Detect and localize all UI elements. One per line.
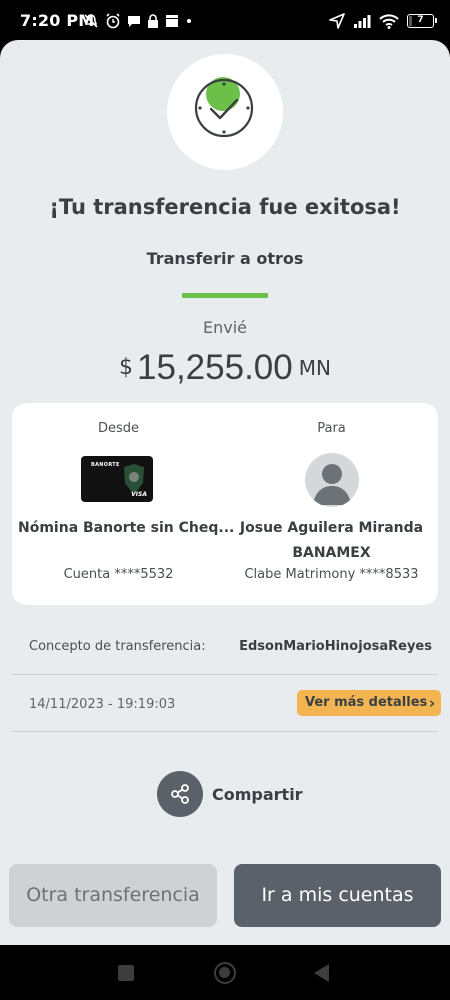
share-icon (157, 771, 203, 817)
status-system-icons: 7 (329, 12, 437, 30)
navigation-bar (0, 945, 450, 1000)
recipient-name: Josue Aguilera Miranda (239, 520, 424, 536)
location-icon (329, 13, 345, 29)
signal-icon (354, 15, 371, 28)
amount-label: Envié (202, 318, 247, 337)
card-brand: BANORTE (91, 462, 120, 468)
card-network: VISA (131, 491, 147, 498)
battery-level: 7 (417, 15, 424, 25)
chat-icon (128, 16, 140, 27)
user-avatar-icon (305, 453, 359, 507)
success-title: ¡Tu transferencia fue exitosa! (49, 195, 401, 219)
home-icon[interactable] (214, 962, 236, 984)
transfer-type-tab: Transferir a otros (146, 249, 304, 268)
amount-currency-symbol: $ (119, 355, 134, 380)
concept-label: Concepto de transferencia: (29, 639, 206, 654)
status-bar: 7:20 PM 7 (0, 0, 450, 40)
share-button[interactable]: Compartir (157, 771, 303, 817)
mute-icon (84, 14, 98, 28)
recipient-bank: BANAMEX (292, 545, 371, 561)
clock-check-icon (194, 77, 254, 138)
store-icon (166, 15, 178, 27)
chevron-right-icon: › (428, 694, 435, 712)
recents-icon[interactable] (118, 965, 134, 981)
to-heading: Para (317, 421, 346, 436)
concept-row: Concepto de transferencia: EdsonMarioHin… (12, 629, 438, 675)
other-transfer-button[interactable]: Otra transferencia (9, 864, 217, 927)
more-details-button[interactable]: Ver más detalles › (297, 690, 441, 716)
tab-underline (182, 293, 268, 298)
date-row: 14/11/2023 - 19:19:03 Ver más detalles › (12, 676, 441, 732)
from-account-number: Cuenta ****5532 (63, 567, 174, 582)
dot-icon (187, 19, 191, 23)
battery-icon: 7 (407, 14, 437, 28)
bank-card-image: BANORTE VISA (81, 456, 153, 502)
to-account: Para Josue Aguilera Miranda BANAMEX Clab… (225, 403, 438, 605)
share-label: Compartir (212, 784, 303, 804)
from-account: Desde BANORTE VISA Nómina Banorte sin Ch… (12, 403, 235, 605)
back-icon[interactable] (314, 964, 329, 982)
from-account-name: Nómina Banorte sin Cheq... (18, 520, 235, 536)
recipient-account-number: Clabe Matrimony ****8533 (244, 567, 419, 582)
amount-currency-code: MN (298, 356, 331, 380)
from-heading: Desde (97, 421, 140, 436)
success-badge (167, 54, 283, 170)
amount: $15,255.00 MN (0, 348, 450, 388)
my-accounts-button[interactable]: Ir a mis cuentas (234, 864, 441, 927)
status-notification-icons (83, 12, 193, 30)
transfer-confirmation-sheet: ¡Tu transferencia fue exitosa! Transferi… (0, 40, 450, 945)
amount-value: 15,255.00 (137, 348, 293, 387)
more-details-label: Ver más detalles (305, 695, 428, 710)
lock-icon (148, 14, 158, 28)
transfer-parties-card: Desde BANORTE VISA Nómina Banorte sin Ch… (12, 403, 438, 605)
alarm-icon (106, 13, 120, 29)
transfer-datetime: 14/11/2023 - 19:19:03 (29, 697, 176, 712)
wifi-icon (379, 14, 399, 29)
concept-value: EdsonMarioHinojosaReyes (239, 639, 432, 654)
